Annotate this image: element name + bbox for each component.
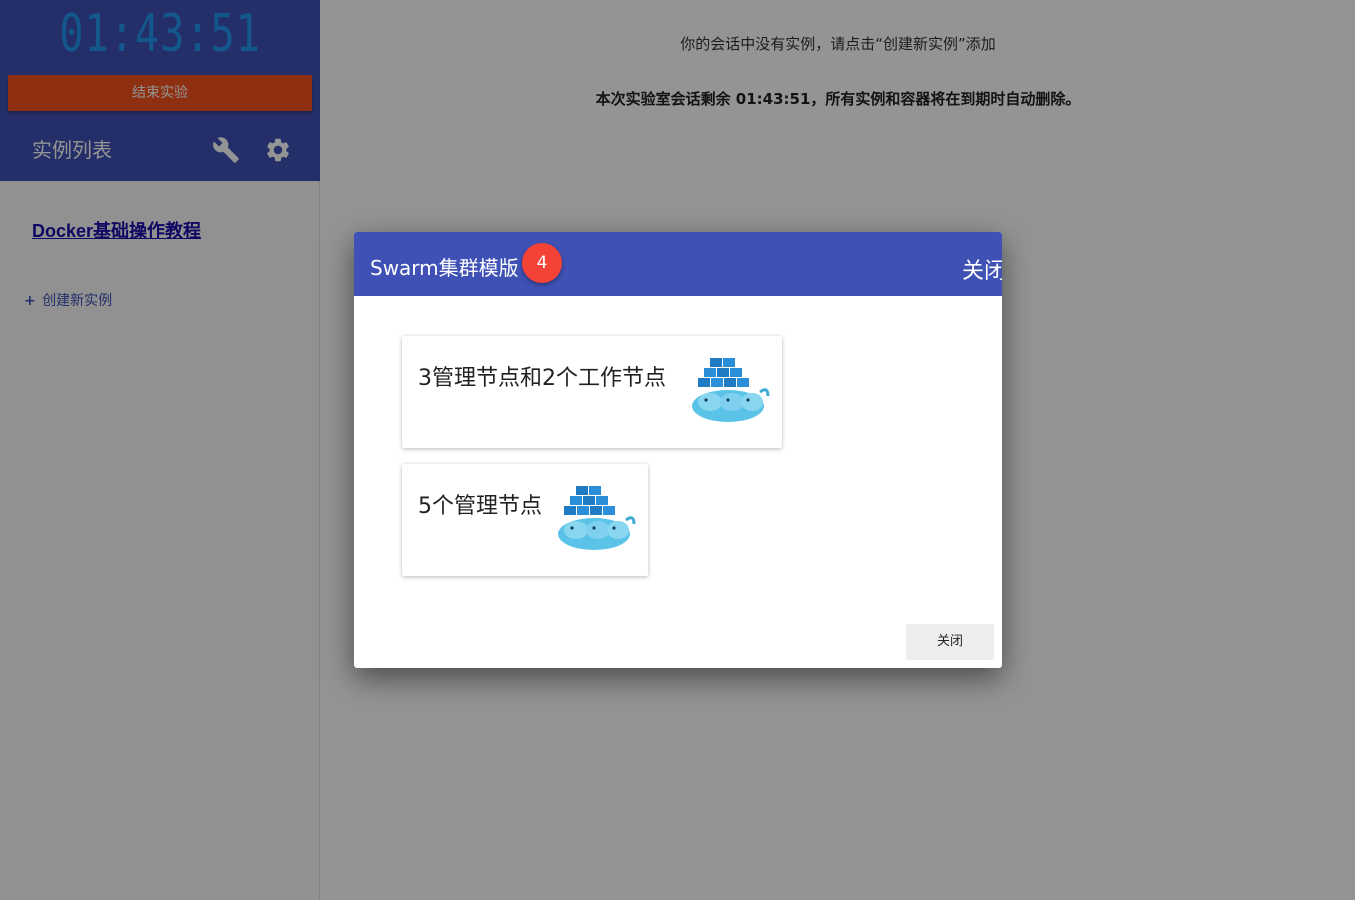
swarm-template-dialog: Swarm集群模版 4 关闭 3管理节点和2个工作节点 5个管理节点 关闭 xyxy=(354,232,1002,668)
dialog-title: Swarm集群模版 xyxy=(370,256,519,280)
dialog-close-button[interactable]: 关闭 xyxy=(906,624,994,660)
dialog-header: Swarm集群模版 4 关闭 xyxy=(354,232,1002,296)
docker-whale-icon xyxy=(690,356,770,424)
template-card-label: 5个管理节点 xyxy=(418,494,542,519)
template-count-badge: 4 xyxy=(522,243,562,283)
template-card-5-managers[interactable]: 5个管理节点 xyxy=(402,464,648,576)
template-card-label: 3管理节点和2个工作节点 xyxy=(418,366,666,391)
dialog-header-close-button[interactable]: 关闭 xyxy=(962,253,1002,285)
template-card-3-managers-2-workers[interactable]: 3管理节点和2个工作节点 xyxy=(402,336,782,448)
docker-whale-icon xyxy=(556,484,636,552)
